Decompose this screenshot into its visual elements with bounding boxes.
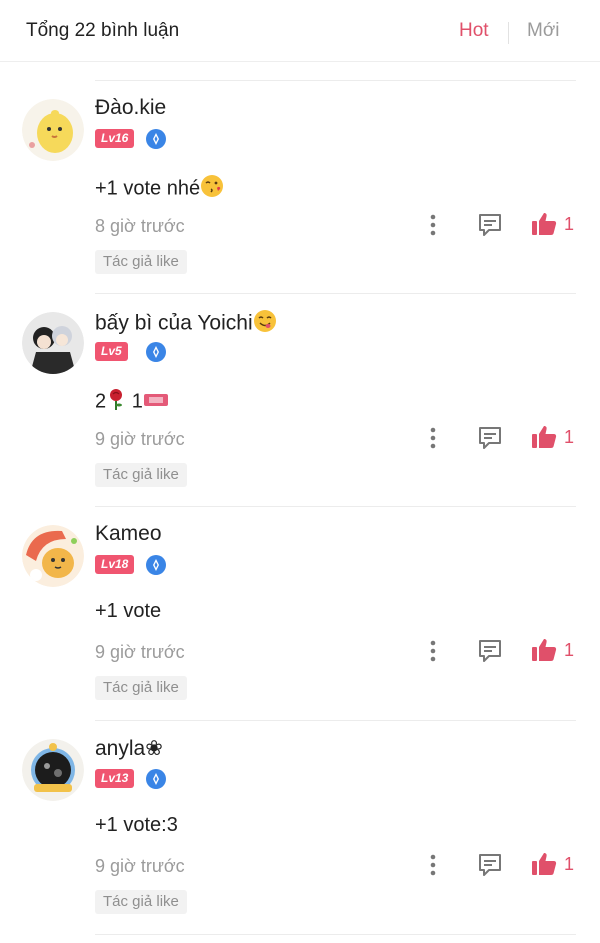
sort-divider: [508, 22, 509, 44]
comment-timestamp: 9 giờ trước: [95, 856, 185, 876]
like-count: 1: [564, 427, 575, 447]
comment-count-title: Tổng 22 bình luận: [26, 20, 180, 41]
avatar[interactable]: [22, 739, 84, 801]
comment-divider: [95, 934, 576, 935]
ticket-icon: [143, 391, 169, 414]
like-count: 1: [564, 214, 575, 234]
avatar[interactable]: [22, 99, 84, 161]
comment-item: Đào.kie Lv16 +1 vote nhé 8 giờ trước 1 T…: [0, 62, 600, 275]
comment-timestamp: 9 giờ trước: [95, 642, 185, 662]
more-options-icon[interactable]: [423, 636, 443, 666]
username[interactable]: anyla❀: [95, 736, 163, 761]
level-badge: Lv13: [95, 769, 135, 788]
verified-badge-icon: [146, 129, 166, 149]
level-badge: Lv5: [95, 342, 128, 361]
thumbs-up-icon: [532, 213, 557, 235]
verified-badge-icon: [146, 555, 166, 575]
reply-icon[interactable]: [475, 636, 505, 666]
level-badge: Lv16: [95, 129, 135, 148]
like-button[interactable]: 1: [530, 208, 580, 240]
sort-new-tab[interactable]: Mới: [527, 20, 560, 42]
username[interactable]: Kameo: [95, 522, 162, 546]
reply-icon[interactable]: [475, 423, 505, 453]
author-liked-tag: Tác giả like: [95, 463, 187, 487]
reply-icon[interactable]: [475, 850, 505, 880]
comment-item: bấy bì của Yoichi Lv5 2 1 9 giờ trước 1 …: [0, 275, 600, 488]
level-badge: Lv18: [95, 555, 135, 574]
comment-text: 2 1: [95, 387, 169, 417]
thumbs-up-icon: [532, 639, 557, 661]
avatar[interactable]: [22, 525, 84, 587]
author-liked-tag: Tác giả like: [95, 676, 187, 700]
comment-item: Kameo Lv18 +1 vote 9 giờ trước 1 Tác giả…: [0, 488, 600, 701]
author-liked-tag: Tác giả like: [95, 250, 187, 274]
reply-icon[interactable]: [475, 210, 505, 240]
comment-timestamp: 9 giờ trước: [95, 429, 185, 449]
like-button[interactable]: 1: [530, 634, 580, 666]
more-options-icon[interactable]: [423, 423, 443, 453]
verified-badge-icon: [146, 769, 166, 789]
verified-badge-icon: [146, 342, 166, 362]
yum-emoji-icon: [253, 309, 277, 339]
kiss-emoji-icon: [200, 174, 224, 204]
comment-item: anyla❀ Lv13 +1 vote:3 9 giờ trước 1 Tác …: [0, 702, 600, 915]
avatar[interactable]: [22, 312, 84, 374]
comment-text: +1 vote:3: [95, 814, 178, 836]
comments-header: Tổng 22 bình luận Hot Mới: [0, 0, 600, 62]
author-liked-tag: Tác giả like: [95, 890, 187, 914]
sort-hot-tab[interactable]: Hot: [459, 20, 489, 42]
comment-timestamp: 8 giờ trước: [95, 216, 185, 236]
comment-text: +1 vote: [95, 600, 162, 622]
rose-icon: [106, 387, 126, 417]
thumbs-up-icon: [532, 426, 557, 448]
like-count: 1: [564, 854, 575, 874]
thumbs-up-icon: [532, 853, 557, 875]
like-button[interactable]: 1: [530, 421, 580, 453]
username[interactable]: Đào.kie: [95, 96, 166, 120]
more-options-icon[interactable]: [423, 850, 443, 880]
like-button[interactable]: 1: [530, 848, 580, 880]
like-count: 1: [564, 640, 575, 660]
username[interactable]: bấy bì của Yoichi: [95, 309, 277, 339]
more-options-icon[interactable]: [423, 210, 443, 240]
comment-text: +1 vote nhé: [95, 174, 224, 204]
